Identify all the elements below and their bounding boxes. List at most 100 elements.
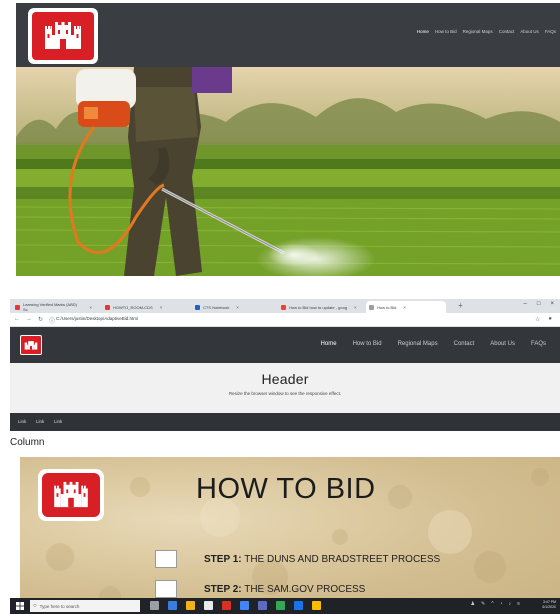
browser-tab[interactable]: Learning Verified Marks (ABD) Sc × [12, 301, 92, 313]
taskbar-search-input[interactable]: ○ Type here to search [30, 600, 140, 612]
google-favicon-icon [281, 304, 286, 310]
close-icon[interactable]: × [89, 305, 92, 310]
browser-tab[interactable]: How to Bid how to update - goog × [278, 301, 362, 313]
edge-icon[interactable] [168, 601, 177, 610]
taskbar-clock[interactable]: 3:47 PM 6/1/2020 [542, 600, 556, 610]
subnav-link[interactable]: Link [36, 419, 44, 424]
chevron-up-icon[interactable]: ^ [491, 601, 493, 607]
how-to-bid-panel: HOW TO BID STEP 1: THE DUNS AND BRADSTRE… [20, 457, 560, 614]
farmer-spraying-field-illustration [16, 67, 560, 276]
youtube-favicon-icon [15, 304, 20, 310]
system-tray: ♟ ✎ ^ ◔ ♪ ≡ [471, 601, 553, 607]
people-icon[interactable]: ♟ [471, 601, 475, 607]
minimize-icon[interactable]: – [524, 301, 527, 307]
browser-address-bar: ← → ↻ ⓘ C:/Users/justin/Desktop/Adaptive… [10, 313, 560, 327]
close-icon[interactable]: × [236, 305, 239, 310]
search-placeholder: Type here to search [39, 603, 80, 609]
file-explorer-icon[interactable] [186, 601, 195, 610]
step-2-text: THE SAM.GOV PROCESS [241, 583, 366, 595]
top-nav-contact[interactable]: Contact [499, 29, 515, 34]
taskbar-pinned-apps [150, 601, 321, 610]
teams-icon[interactable] [258, 601, 267, 610]
maximize-icon[interactable]: □ [537, 301, 541, 307]
search-icon: ○ [33, 603, 37, 609]
notes-icon[interactable] [312, 601, 321, 610]
column-heading: Column [10, 437, 45, 448]
nav-home[interactable]: Home [321, 341, 337, 347]
nav-how-to-bid[interactable]: How to Bid [353, 341, 382, 347]
sub-navbar: Link Link Link [10, 413, 560, 431]
castle-icon [45, 22, 81, 49]
top-nav-links: Home How to Bid Regional Maps Contact Ab… [417, 29, 556, 34]
back-arrow-icon[interactable]: ← [14, 316, 20, 325]
browser-tab[interactable]: HOWTO_ROOM-CDS × [102, 301, 182, 313]
page-header: Header Resize the browser window to see … [10, 363, 560, 413]
star-icon[interactable]: ☆ [535, 316, 540, 323]
volume-icon[interactable]: ♪ [509, 601, 512, 607]
nav-contact[interactable]: Contact [454, 341, 475, 347]
windows-taskbar: ○ Type here to search ♟ ✎ ^ ◔ ♪ ≡ 3:47 P… [10, 598, 560, 614]
windows-start-icon[interactable] [16, 602, 24, 610]
url-field[interactable]: C:/Users/justin/Desktop/AdaptiveBid.html [56, 316, 138, 321]
browser-tab[interactable]: CTS Notebook × [192, 301, 268, 313]
clock-date: 6/1/2020 [542, 605, 556, 609]
usace-castle-logo[interactable] [28, 8, 98, 64]
chrome-icon[interactable] [240, 601, 249, 610]
pen-icon[interactable]: ✎ [481, 601, 485, 607]
site-favicon-icon [105, 304, 110, 310]
site-navbar: Home How to Bid Regional Maps Contact Ab… [10, 327, 560, 363]
language-icon[interactable]: ≡ [517, 601, 520, 607]
browser-tab-active[interactable]: How to Bid × [366, 301, 446, 313]
reload-icon[interactable]: ↻ [38, 316, 43, 325]
tab-label: How to Bid [377, 304, 397, 310]
nav-regional-maps[interactable]: Regional Maps [398, 341, 438, 347]
network-icon[interactable]: ◔ [500, 601, 503, 607]
nav-faqs[interactable]: FAQs [531, 341, 546, 347]
step-2-label[interactable]: STEP 2: THE SAM.GOV PROCESS [204, 584, 365, 595]
step-1-prefix: STEP 1: [204, 553, 242, 565]
usace-castle-logo [38, 469, 104, 521]
close-icon[interactable]: × [403, 305, 406, 310]
nav-about-us[interactable]: About Us [490, 341, 515, 347]
notebook-favicon-icon [195, 304, 200, 310]
window-close-icon[interactable]: × [550, 301, 554, 307]
step-2-prefix: STEP 2: [204, 583, 242, 595]
info-icon[interactable]: ⓘ [49, 316, 55, 325]
step-1-row[interactable]: STEP 1: THE DUNS AND BRADSTREET PROCESS [155, 550, 440, 568]
subnav-link[interactable]: Link [54, 419, 62, 424]
tab-label: CTS Notebook [203, 304, 230, 310]
step-2-row[interactable]: STEP 2: THE SAM.GOV PROCESS [155, 580, 365, 598]
site-nav-links: Home How to Bid Regional Maps Contact Ab… [321, 341, 546, 347]
window-controls: – □ × [524, 301, 554, 307]
subnav-link[interactable]: Link [18, 419, 26, 424]
red-app-icon[interactable] [222, 601, 231, 610]
top-navbar: Home How to Bid Regional Maps Contact Ab… [16, 3, 560, 67]
header-subtitle: Resize the browser window to see the res… [228, 391, 342, 396]
header-title: Header [261, 371, 309, 387]
usace-castle-logo[interactable] [20, 335, 42, 355]
website-hero-screenshot: Home How to Bid Regional Maps Contact Ab… [16, 3, 560, 276]
store-icon[interactable] [204, 601, 213, 610]
step-2-checkbox[interactable] [155, 580, 177, 598]
mail-icon[interactable] [294, 601, 303, 610]
green-app-icon[interactable] [276, 601, 285, 610]
new-tab-icon[interactable]: + [458, 301, 463, 310]
top-nav-home[interactable]: Home [417, 29, 429, 34]
how-to-bid-title: HOW TO BID [196, 473, 376, 505]
top-nav-faqs[interactable]: FAQs [545, 29, 556, 34]
tab-label: How to Bid how to update - goog [289, 304, 348, 310]
forward-arrow-icon[interactable]: → [26, 316, 32, 325]
profile-icon[interactable]: ● [548, 316, 552, 323]
close-icon[interactable]: × [160, 305, 163, 310]
top-nav-regional-maps[interactable]: Regional Maps [463, 29, 493, 34]
task-view-icon[interactable] [150, 601, 159, 610]
step-1-text: THE DUNS AND BRADSTREET PROCESS [241, 553, 441, 565]
close-icon[interactable]: × [354, 305, 357, 310]
top-nav-how-to-bid[interactable]: How to Bid [435, 29, 457, 34]
step-1-checkbox[interactable] [155, 550, 177, 568]
step-1-label[interactable]: STEP 1: THE DUNS AND BRADSTREET PROCESS [204, 554, 440, 565]
castle-icon [24, 341, 38, 350]
top-nav-about-us[interactable]: About Us [520, 29, 539, 34]
hero-image-farmer-spraying [16, 67, 560, 276]
castle-icon [54, 481, 88, 508]
